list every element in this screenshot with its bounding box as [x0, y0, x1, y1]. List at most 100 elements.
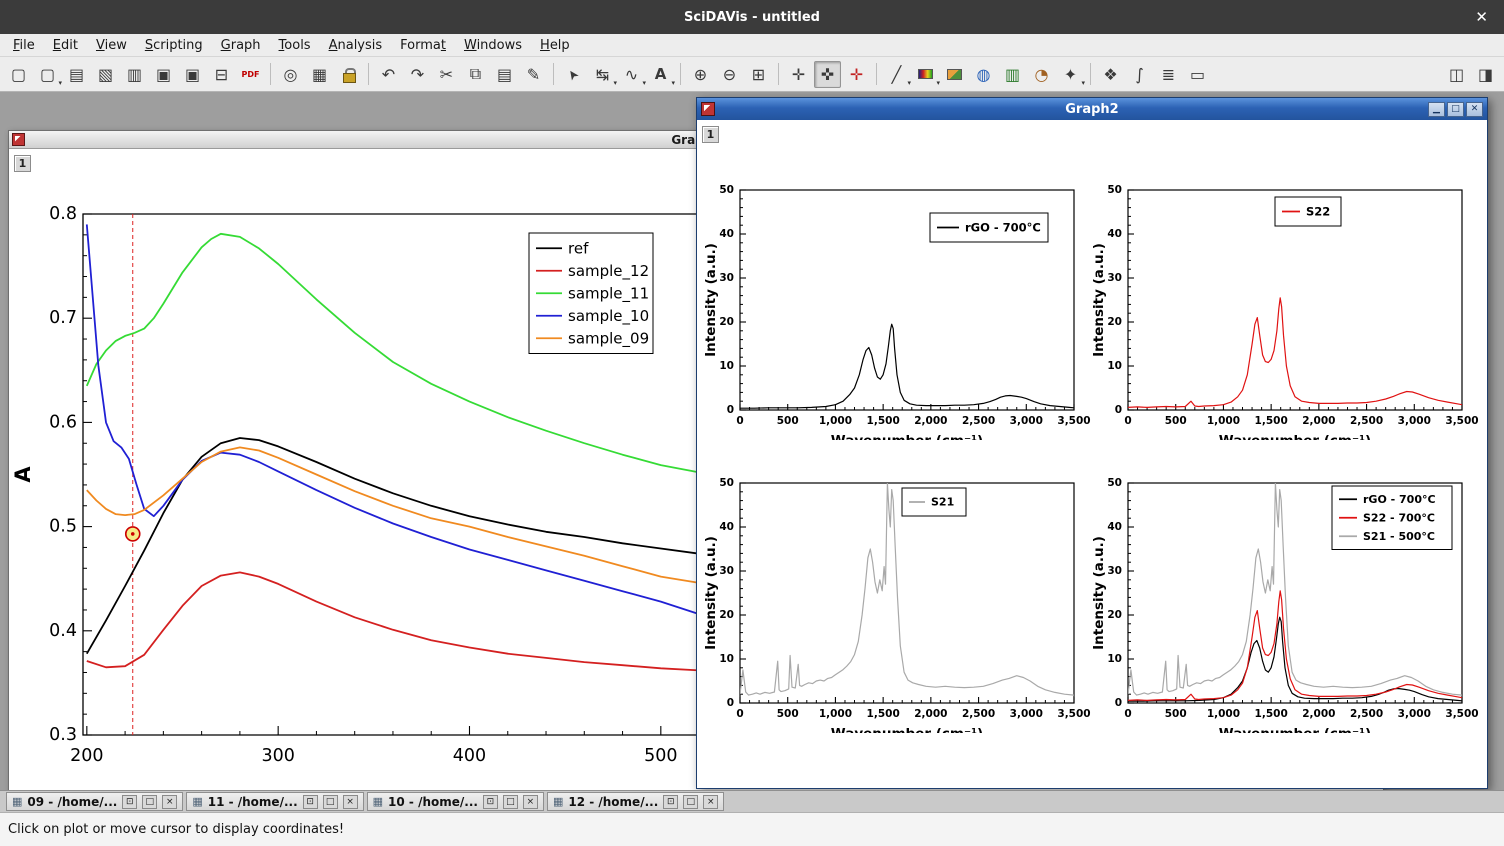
paste-icon[interactable]: ▤: [491, 61, 518, 88]
copy-icon[interactable]: ⧉: [462, 61, 489, 88]
zoom-in-icon[interactable]: ⊕: [687, 61, 714, 88]
x-axis-label: Wavenumber (cm⁻¹): [831, 433, 983, 440]
y-tick-label: 0.6: [49, 412, 77, 432]
menu-windows[interactable]: Windows: [455, 36, 531, 55]
export-pdf-icon[interactable]: PDF: [237, 61, 264, 88]
menu-scripting[interactable]: Scripting: [136, 36, 212, 55]
save-template-icon[interactable]: ▣: [179, 61, 206, 88]
graph2-window[interactable]: Graph2 ▁ □ ✕ 1 05001,0001,5002,0002,5003…: [696, 97, 1488, 789]
add-layer-icon[interactable]: ◨: [1472, 61, 1499, 88]
raman-plot-s22[interactable]: 05001,0001,5002,0002,5003,0003,500010203…: [1092, 147, 1480, 440]
graph2-layer-button[interactable]: 1: [702, 126, 719, 143]
tab-12[interactable]: ▦12 - /home/...⊡□×: [547, 792, 724, 811]
y-tick-label: 40: [1107, 521, 1122, 533]
pointer-icon[interactable]: ➤: [560, 61, 587, 88]
tab-09-close-icon[interactable]: ×: [162, 795, 177, 809]
x-tick-label: 1,500: [1255, 415, 1288, 427]
rescale-icon[interactable]: ⊞: [745, 61, 772, 88]
new-table-icon[interactable]: ▦: [306, 61, 333, 88]
x-tick-label: 500: [1165, 415, 1187, 427]
menu-graph[interactable]: Graph: [212, 36, 270, 55]
fit-function-icon[interactable]: ∫: [1126, 61, 1153, 88]
add-text-icon[interactable]: A▾: [647, 61, 674, 88]
menu-edit[interactable]: Edit: [44, 36, 87, 55]
tab-10-restore-icon[interactable]: ⊡: [483, 795, 498, 809]
uvvis-plot[interactable]: 2003004005000.30.40.50.60.70.8Arefsample…: [10, 158, 710, 790]
chevron-down-icon: ▾: [1081, 79, 1085, 87]
cut-icon[interactable]: ✂: [433, 61, 460, 88]
x-tick-label: 3,500: [1445, 708, 1478, 720]
duplicate-window-icon[interactable]: ◎: [277, 61, 304, 88]
tab-09[interactable]: ▦09 - /home/...⊡□×: [6, 792, 183, 811]
tab-11-restore-icon[interactable]: ⊡: [303, 795, 318, 809]
open-project-icon[interactable]: ▤: [63, 61, 90, 88]
select-curves-icon[interactable]: ∿▾: [618, 61, 645, 88]
draw-line-icon[interactable]: ╱▾: [883, 61, 910, 88]
lock-toolbars-icon[interactable]: [335, 61, 362, 88]
import-ascii-icon[interactable]: ▥: [121, 61, 148, 88]
tab-11-close-icon[interactable]: ×: [343, 795, 358, 809]
graph-window-icon: [701, 102, 715, 116]
notes-icon[interactable]: ▭: [1184, 61, 1211, 88]
tab-09-restore-icon[interactable]: ⊡: [122, 795, 137, 809]
menu-format[interactable]: Format: [391, 36, 455, 55]
x-tick-label: 1,500: [867, 415, 900, 427]
tab-11-maximize-icon[interactable]: □: [323, 795, 338, 809]
maximize-button[interactable]: □: [1447, 102, 1464, 117]
globe-icon[interactable]: ◍: [970, 61, 997, 88]
menu-analysis[interactable]: Analysis: [320, 36, 392, 55]
menu-file[interactable]: File: [4, 36, 44, 55]
tab-09-maximize-icon[interactable]: □: [142, 795, 157, 809]
plot3d-icon[interactable]: ◔: [1028, 61, 1055, 88]
raman-plot-s21[interactable]: 05001,0001,5002,0002,5003,0003,500010203…: [704, 440, 1092, 733]
tab-12-restore-icon[interactable]: ⊡: [663, 795, 678, 809]
new-project-icon[interactable]: ▢: [5, 61, 32, 88]
zoom-out-icon[interactable]: ⊖: [716, 61, 743, 88]
menu-view[interactable]: View: [87, 36, 136, 55]
plugin-icon[interactable]: ❖: [1097, 61, 1124, 88]
close-button[interactable]: ✕: [1466, 102, 1483, 117]
color-map-icon[interactable]: ▾: [912, 61, 939, 88]
data-reader-icon[interactable]: ✜: [814, 61, 841, 88]
save-project-icon[interactable]: ▣: [150, 61, 177, 88]
x-tick-label: 1,000: [1207, 415, 1240, 427]
edit-script-icon[interactable]: ✎: [520, 61, 547, 88]
minimize-button[interactable]: ▁: [1428, 102, 1445, 117]
menu-tools[interactable]: Tools: [270, 36, 320, 55]
magic-template-icon[interactable]: ✦▾: [1057, 61, 1084, 88]
y-tick-label: 50: [719, 184, 734, 196]
new-aspect-icon[interactable]: ▢▾: [34, 61, 61, 88]
x-tick-label: 0: [1124, 415, 1131, 427]
y-tick-label: 0.8: [49, 204, 77, 224]
tab-11[interactable]: ▦11 - /home/...⊡□×: [186, 792, 363, 811]
raman-grid: 05001,0001,5002,0002,5003,0003,500010203…: [704, 147, 1480, 733]
undo-icon[interactable]: ↶: [375, 61, 402, 88]
y-tick-label: 50: [1107, 184, 1122, 196]
move-points-icon[interactable]: ✛: [785, 61, 812, 88]
redo-icon[interactable]: ↷: [404, 61, 431, 88]
arrange-layers-icon[interactable]: ◫: [1443, 61, 1470, 88]
tab-12-maximize-icon[interactable]: □: [683, 795, 698, 809]
x-tick-label: 1,500: [867, 708, 900, 720]
select-data-range-icon[interactable]: ↹▾: [589, 61, 616, 88]
tab-10-maximize-icon[interactable]: □: [503, 795, 518, 809]
raman-plot-combined[interactable]: 05001,0001,5002,0002,5003,0003,500010203…: [1092, 440, 1480, 733]
tab-10[interactable]: ▦10 - /home/...⊡□×: [367, 792, 544, 811]
screen-reader-icon[interactable]: ✛: [843, 61, 870, 88]
series-rgo-700-c: [740, 324, 1074, 408]
print-icon[interactable]: ⊟: [208, 61, 235, 88]
menubar: FileEditViewScriptingGraphToolsAnalysisF…: [0, 34, 1504, 57]
close-icon[interactable]: ✕: [1475, 8, 1488, 26]
tab-12-close-icon[interactable]: ×: [703, 795, 718, 809]
graph2-titlebar[interactable]: Graph2 ▁ □ ✕: [697, 98, 1487, 120]
raman-plot-rgo[interactable]: 05001,0001,5002,0002,5003,0003,500010203…: [704, 147, 1092, 440]
tab-10-close-icon[interactable]: ×: [523, 795, 538, 809]
legend-label: sample_11: [568, 284, 649, 303]
add-image-icon[interactable]: [941, 61, 968, 88]
histogram-icon[interactable]: ▥: [999, 61, 1026, 88]
menu-help[interactable]: Help: [531, 36, 579, 55]
graph1-layer-button[interactable]: 1: [14, 155, 31, 172]
chevron-down-icon: ▾: [907, 79, 911, 87]
script-console-icon[interactable]: ≣: [1155, 61, 1182, 88]
open-template-icon[interactable]: ▧: [92, 61, 119, 88]
